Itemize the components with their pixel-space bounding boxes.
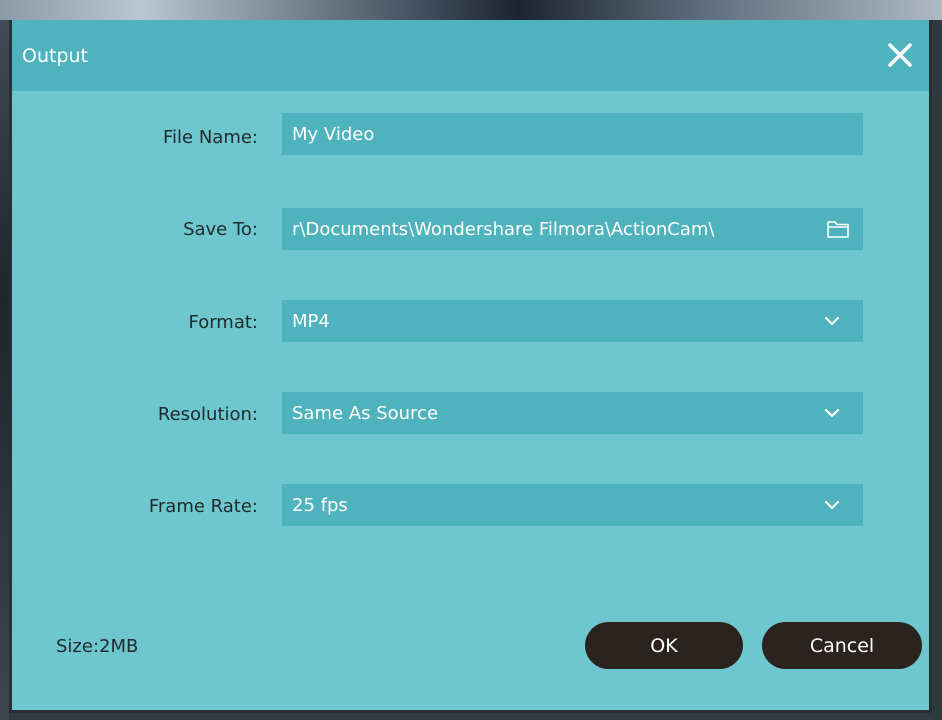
- chevron-down-icon: [824, 500, 840, 510]
- cancel-button[interactable]: Cancel: [762, 622, 922, 669]
- save-to-field[interactable]: r\Documents\Wondershare Filmora\ActionCa…: [282, 208, 863, 250]
- resolution-label: Resolution:: [157, 404, 258, 425]
- title-bar: Output: [12, 20, 929, 91]
- window-top-strip: [0, 0, 942, 20]
- window-left-edge: [0, 20, 9, 720]
- output-dialog: Output File Name: Save To: r\Documents\W…: [9, 20, 932, 713]
- chevron-down-icon: [824, 408, 840, 418]
- file-name-input[interactable]: [292, 123, 863, 145]
- format-select[interactable]: MP4: [282, 300, 863, 342]
- save-to-label: Save To:: [183, 219, 258, 240]
- frame-rate-select[interactable]: 25 fps: [282, 484, 863, 526]
- file-name-field[interactable]: [282, 113, 863, 155]
- close-button[interactable]: [885, 40, 915, 70]
- format-value: MP4: [292, 310, 330, 332]
- ok-button[interactable]: OK: [585, 622, 743, 669]
- save-to-path: r\Documents\Wondershare Filmora\ActionCa…: [292, 218, 715, 240]
- resolution-select[interactable]: Same As Source: [282, 392, 863, 434]
- folder-icon[interactable]: [825, 216, 851, 242]
- resolution-value: Same As Source: [292, 402, 439, 424]
- file-name-label: File Name:: [162, 127, 258, 148]
- close-icon: [888, 43, 912, 67]
- chevron-down-icon: [824, 316, 840, 326]
- size-readout: Size:2MB: [56, 636, 139, 657]
- format-label: Format:: [188, 312, 259, 333]
- frame-rate-value: 25 fps: [292, 494, 348, 516]
- dialog-title: Output: [22, 45, 88, 67]
- frame-rate-label: Frame Rate:: [148, 496, 258, 517]
